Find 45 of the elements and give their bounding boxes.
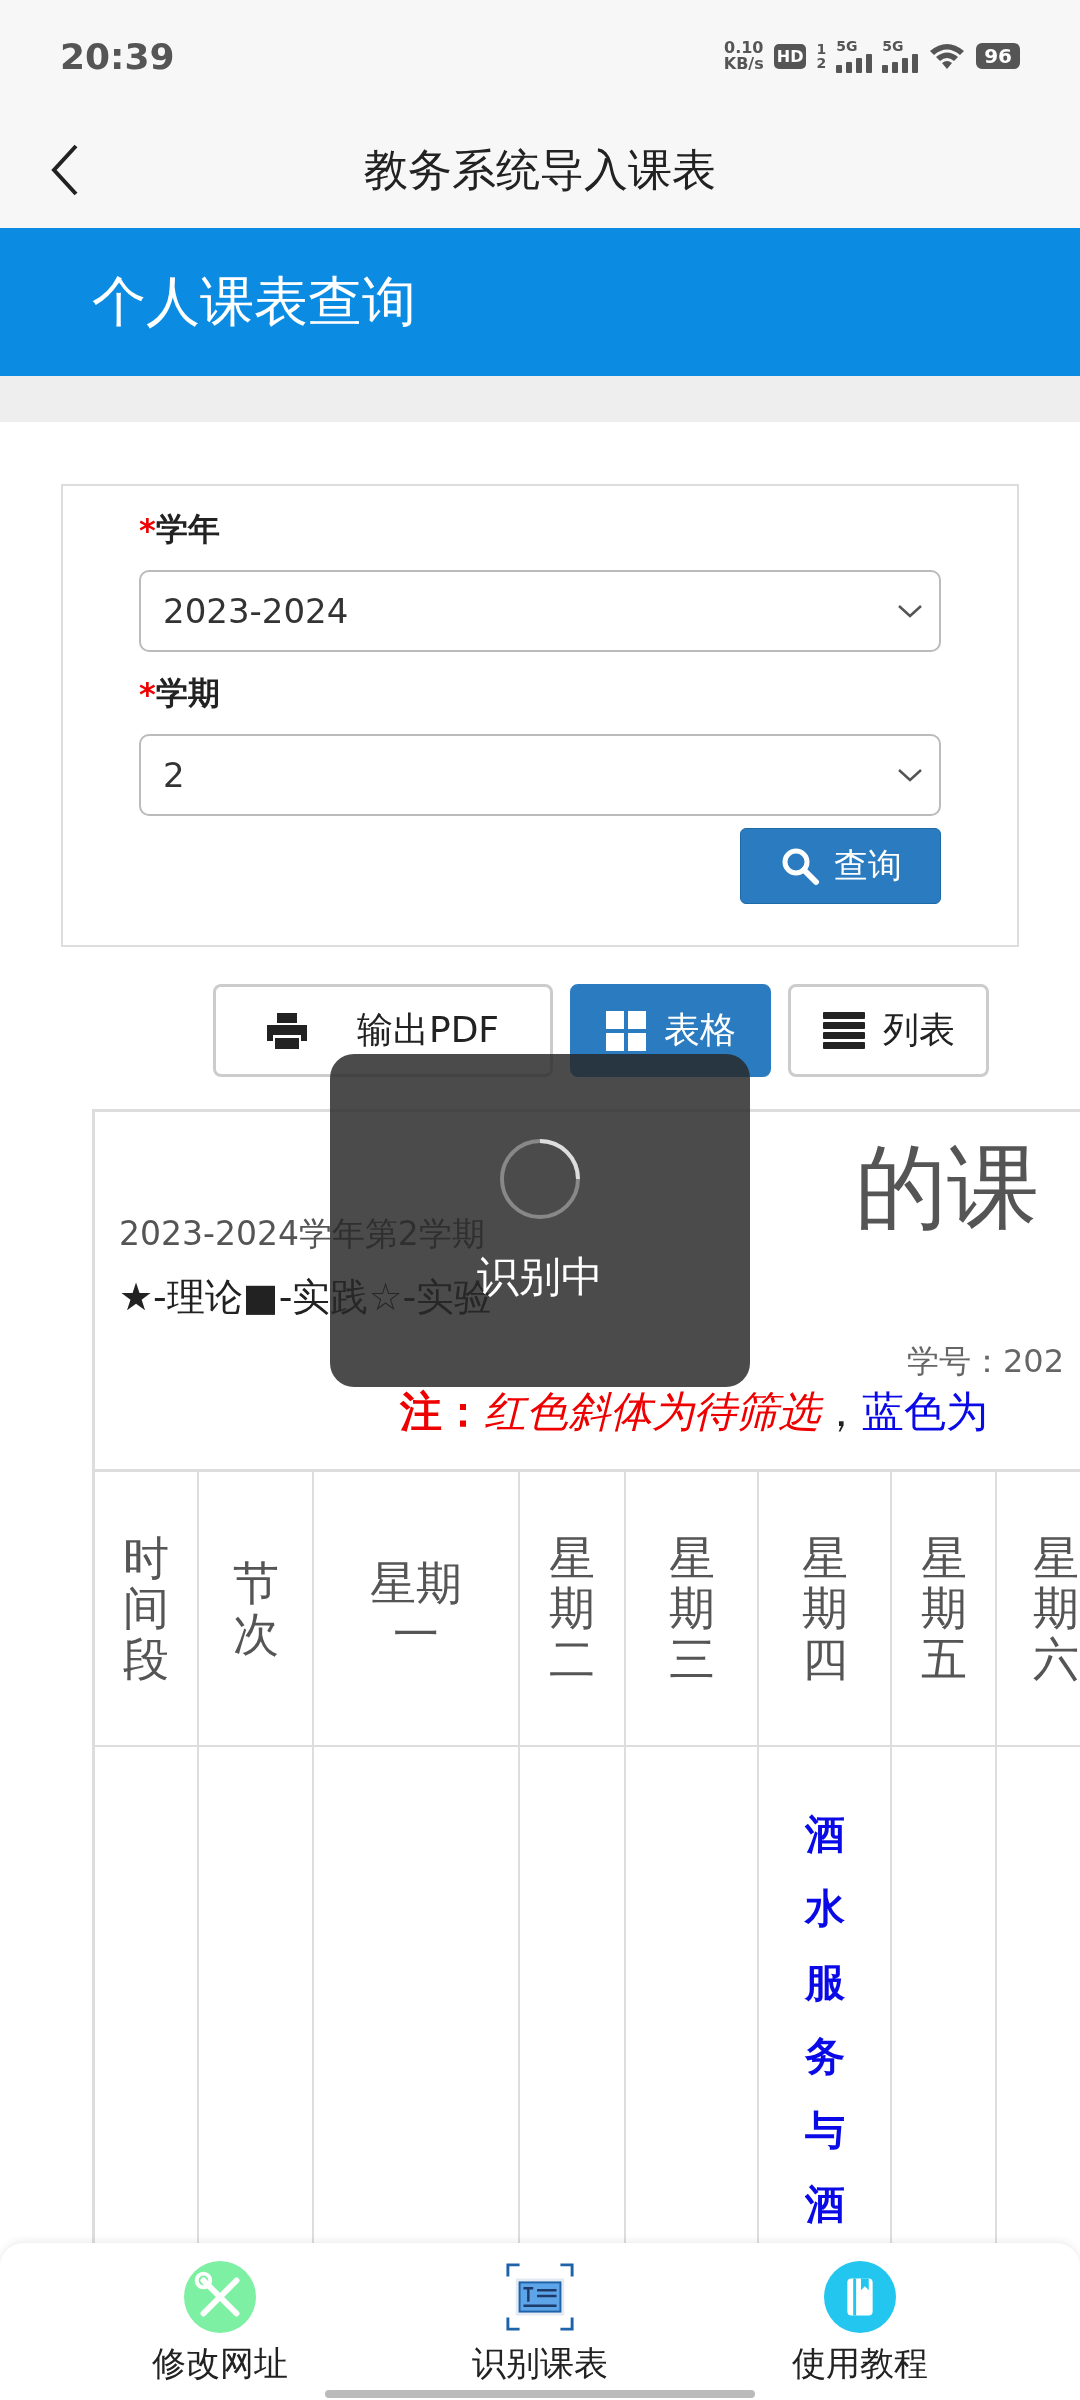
column-header: 星期三: [626, 1472, 757, 1747]
signal-icon: [836, 53, 873, 73]
printer-icon: [266, 1012, 307, 1049]
field-label: *学年: [139, 509, 221, 551]
book-icon: [823, 2261, 897, 2333]
network-speed: 0.10: [724, 40, 764, 56]
hd-badge: HD: [773, 43, 807, 69]
note-text: 注：红色斜体为待筛选，蓝色为: [400, 1387, 988, 1436]
sim-slot: 1: [816, 42, 827, 56]
student-id: 学号：202: [907, 1342, 1065, 1380]
view-tab[interactable]: 列表: [788, 984, 989, 1077]
column-header: 星期二: [520, 1472, 624, 1747]
spinner-icon: [498, 1136, 582, 1221]
grid-icon: [605, 1010, 646, 1051]
nav-item[interactable]: 识别课表: [472, 2261, 608, 2387]
banner-title: 个人课表查询: [92, 268, 416, 335]
signal-icon: [882, 53, 919, 73]
field-label: *学期: [139, 673, 221, 715]
column-header: 星期五: [892, 1472, 995, 1747]
column-header: 星期一: [314, 1472, 518, 1747]
nav-item[interactable]: 使用教程: [792, 2261, 928, 2387]
battery-indicator: 96: [976, 43, 1020, 69]
wifi-icon: [928, 41, 967, 71]
query-button[interactable]: 查询: [740, 828, 941, 904]
select-field[interactable]: 2023-2024: [139, 570, 941, 652]
chevron-down-icon: [897, 603, 923, 619]
network-speed-unit: KB/s: [723, 56, 764, 72]
course-entry[interactable]: 酒水服务与酒: [804, 1797, 845, 2241]
column-header: 时间段: [95, 1472, 197, 1747]
chevron-down-icon: [897, 767, 923, 783]
network-type: 5G: [836, 39, 858, 53]
page-title: 教务系统导入课表: [364, 142, 716, 197]
column-header: 节次: [199, 1472, 312, 1747]
scan-document-icon: [503, 2261, 577, 2333]
clock: 20:39: [60, 35, 175, 77]
column-header: 星期六: [997, 1472, 1080, 1747]
list-icon: [822, 1011, 865, 1050]
back-icon[interactable]: [50, 143, 80, 197]
network-type: 5G: [882, 39, 904, 53]
column-header: 星期四: [759, 1472, 890, 1747]
sim-slot: 2: [816, 56, 827, 70]
schedule-title: 的课: [855, 1134, 1039, 1241]
tools-icon: [183, 2261, 257, 2333]
nav-item[interactable]: 修改网址: [152, 2261, 288, 2387]
select-field[interactable]: 2: [139, 734, 941, 816]
